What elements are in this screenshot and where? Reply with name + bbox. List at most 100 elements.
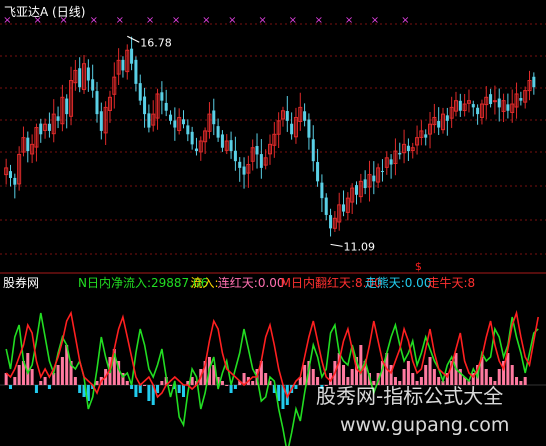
signal-marker-x: × bbox=[401, 15, 409, 26]
inflow-bar bbox=[160, 381, 164, 385]
inflow-bar bbox=[56, 365, 60, 385]
outflow-bar bbox=[78, 385, 82, 393]
candle-body-down bbox=[47, 123, 51, 131]
candle-body-down bbox=[13, 177, 17, 185]
candle-body-down bbox=[160, 92, 164, 101]
outflow-bar bbox=[47, 385, 51, 389]
candle-body-down bbox=[497, 98, 501, 108]
inflow-bar bbox=[303, 365, 307, 385]
watermark-title: 股秀网-指标公式大全 bbox=[316, 384, 503, 408]
low-price-label: 11.09 bbox=[344, 240, 376, 253]
outflow-bar bbox=[181, 385, 186, 397]
inflow-bar bbox=[43, 377, 47, 385]
inflow-bar bbox=[342, 365, 346, 385]
watermark-url: www.gupang.com bbox=[340, 414, 509, 436]
inflow-bar bbox=[30, 369, 34, 385]
inflow-bar bbox=[95, 381, 99, 385]
inflow-bar bbox=[169, 385, 173, 386]
candle-body-down bbox=[86, 67, 90, 81]
inflow-bar bbox=[359, 345, 363, 385]
inflow-bar bbox=[428, 357, 432, 385]
low-pointer bbox=[330, 243, 343, 247]
candle-body-down bbox=[229, 140, 233, 152]
candle-body-down bbox=[476, 107, 480, 115]
signal-marker-x: × bbox=[289, 15, 297, 26]
indicator-label-2: 流入: bbox=[191, 276, 219, 290]
candle-body-down bbox=[130, 48, 134, 64]
indicator-legend: N日内净流入:29887.06流入: 连红天:0.00M日内翻红天:8.00走熊天… bbox=[78, 275, 475, 290]
candle-body-down bbox=[39, 123, 43, 135]
inflow-bar bbox=[510, 365, 514, 385]
candle-body-down bbox=[216, 126, 220, 138]
candle-body-down bbox=[99, 111, 103, 131]
candle-body-down bbox=[143, 96, 147, 115]
inflow-bar bbox=[519, 381, 523, 385]
outflow-bar bbox=[34, 385, 38, 393]
inflow-bar bbox=[60, 357, 64, 385]
inflow-bar bbox=[497, 369, 501, 385]
signal-marker-x: × bbox=[146, 15, 154, 26]
candle-body-down bbox=[138, 83, 142, 101]
inflow-bar bbox=[225, 385, 229, 386]
candle-body-down bbox=[324, 197, 328, 215]
candle-body-down bbox=[164, 102, 168, 111]
candle-body-down bbox=[398, 152, 402, 155]
outflow-bar bbox=[130, 385, 134, 389]
candle-body-down bbox=[285, 111, 289, 121]
signal-marker-x: × bbox=[116, 15, 124, 26]
candle-body-down bbox=[519, 98, 523, 101]
signal-marker-x: × bbox=[315, 15, 323, 26]
candle-body-down bbox=[532, 76, 536, 88]
inflow-bar bbox=[506, 353, 510, 385]
candle-body-down bbox=[173, 120, 177, 128]
signal-marker-x: × bbox=[172, 15, 180, 26]
inflow-bar bbox=[251, 381, 255, 385]
candle-body-down bbox=[320, 182, 324, 199]
inflow-bar bbox=[484, 369, 488, 385]
candle-body-down bbox=[190, 131, 194, 145]
signal-marker-x: × bbox=[371, 15, 379, 26]
candle-body-down bbox=[342, 204, 346, 212]
candle-body-down bbox=[194, 148, 198, 152]
chart-canvas: × × × × × × × × × × × × × × × 飞亚达A (日线) 16.78 11.09 $ … bbox=[0, 5, 546, 446]
candle-body-down bbox=[471, 104, 475, 108]
candle-body-down bbox=[65, 98, 69, 115]
candle-body-down bbox=[303, 111, 307, 121]
indicator-label-5: 走熊天:0.00 bbox=[365, 275, 432, 290]
signal-marker-x: × bbox=[90, 15, 98, 26]
inflow-bar bbox=[523, 377, 527, 385]
candle-body-down bbox=[147, 113, 151, 128]
chart-title: 飞亚达A (日线) bbox=[4, 5, 85, 19]
candle-body-down bbox=[259, 154, 263, 168]
inflow-bar bbox=[424, 365, 428, 385]
candle-body-down bbox=[255, 146, 259, 155]
outflow-bar bbox=[8, 385, 13, 389]
inflow-bar bbox=[432, 369, 436, 385]
inflow-bar bbox=[17, 365, 21, 385]
candle-body-down bbox=[186, 125, 190, 135]
candle-body-down bbox=[290, 123, 294, 135]
candle-body-down bbox=[91, 79, 95, 91]
candle-body-down bbox=[56, 116, 60, 121]
outflow-bar bbox=[233, 385, 237, 389]
outflow-bar bbox=[294, 385, 298, 389]
inflow-bar bbox=[515, 377, 519, 385]
signal-marker-x: × bbox=[202, 15, 210, 26]
indicator-label-6: 走牛天:8 bbox=[428, 275, 476, 290]
candle-body-down bbox=[169, 114, 173, 121]
candle-body-down bbox=[95, 91, 99, 115]
candle-body-down bbox=[489, 94, 493, 105]
candle-body-down bbox=[458, 100, 462, 111]
candle-body-down bbox=[307, 119, 311, 138]
candlestick-series bbox=[4, 35, 536, 247]
candle-body-up bbox=[492, 100, 497, 103]
outflow-bar bbox=[138, 385, 142, 393]
candle-body-down bbox=[424, 134, 428, 138]
candle-body-down bbox=[363, 179, 367, 189]
signal-marker-x: × bbox=[258, 15, 266, 26]
candle-body-down bbox=[233, 150, 237, 162]
candle-body-down bbox=[329, 215, 333, 229]
candle-body-down bbox=[78, 68, 82, 88]
candle-body-down bbox=[134, 59, 138, 84]
candle-body-down bbox=[238, 161, 242, 168]
